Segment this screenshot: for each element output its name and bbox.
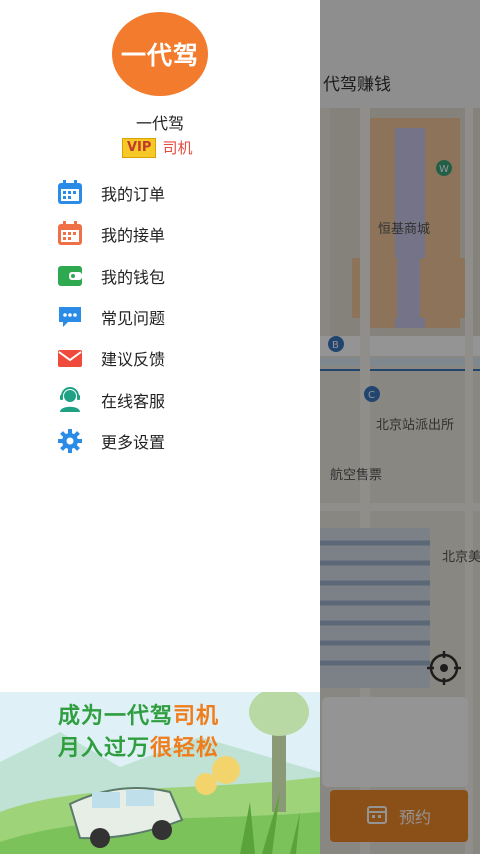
navigation-drawer: 一代驾 一代驾 VIP 司机 我的订单 我的接单 我的钱包 常见问题 建议反馈 …: [0, 0, 320, 854]
menu-item-my-accepted[interactable]: 我的接单: [56, 219, 296, 249]
banner-headline-2: 月入过万很轻松: [58, 736, 220, 761]
user-name: 一代驾: [135, 114, 184, 133]
menu-item-label: 我的钱包: [101, 268, 166, 287]
calendar-check-icon: [56, 220, 84, 248]
avatar-logo-text: 一代驾: [120, 41, 199, 70]
promo-banner[interactable]: 成为一代驾司机 月入过万很轻松: [0, 692, 320, 854]
menu-item-label: 常见问题: [101, 309, 166, 328]
user-role: 司机: [162, 139, 193, 157]
menu-item-feedback[interactable]: 建议反馈: [56, 343, 296, 373]
vip-badge: VIP: [122, 137, 157, 158]
menu-item-label: 我的接单: [101, 226, 166, 245]
banner-headline-1: 成为一代驾司机: [58, 704, 220, 729]
wallet-icon: [56, 262, 84, 290]
menu-item-my-orders[interactable]: 我的订单: [56, 178, 296, 208]
menu-item-label: 建议反馈: [101, 350, 166, 369]
calendar-icon: [56, 179, 84, 207]
chat-bubble-icon: [56, 303, 84, 331]
menu-item-online-support[interactable]: 在线客服: [56, 385, 296, 415]
menu-item-my-wallet[interactable]: 我的钱包: [56, 261, 296, 291]
menu-item-label: 我的订单: [101, 185, 166, 204]
user-level: VIP 司机: [122, 137, 192, 158]
menu-item-faq[interactable]: 常见问题: [56, 302, 296, 332]
envelope-icon: [56, 344, 84, 372]
menu-item-label: 更多设置: [101, 433, 166, 452]
menu-item-more-settings[interactable]: 更多设置: [56, 426, 296, 456]
customer-service-icon: [56, 386, 84, 414]
avatar[interactable]: 一代驾: [112, 12, 208, 96]
gear-icon: [56, 427, 84, 455]
menu-item-label: 在线客服: [101, 392, 166, 411]
